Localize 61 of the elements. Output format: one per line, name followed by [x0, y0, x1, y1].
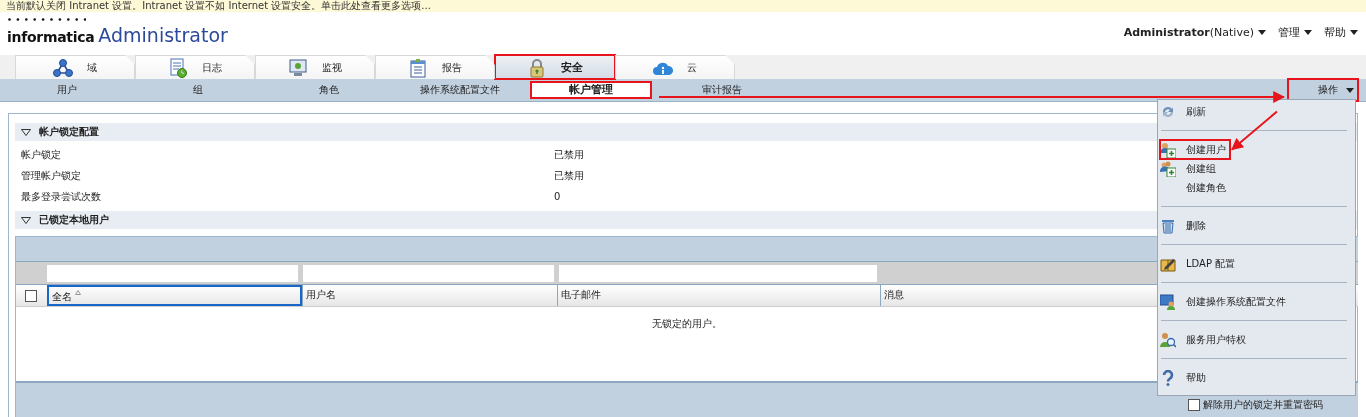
logo-dots-icon: [8, 18, 86, 21]
lock-icon: [527, 57, 547, 78]
user-magnifier-icon: [1160, 331, 1176, 348]
subtab[interactable]: 组: [138, 82, 258, 98]
notice-bar-text[interactable]: 当前默认关闭 Intranet 设置。Intranet 设置不如 Internet 设置安全。单击此处查看更多选项...: [0, 0, 1366, 12]
column-header[interactable]: 全名: [46, 285, 302, 306]
actions-button[interactable]: 操作: [1288, 79, 1358, 101]
collapse-triangle-icon: [21, 128, 31, 136]
document-clock-icon: [168, 57, 188, 78]
header-menu[interactable]: Administrator(Native): [1123, 25, 1266, 39]
field-label: 帐户锁定: [20, 147, 62, 162]
checkbox-label: 解除用户的锁定并重置密码: [1203, 398, 1323, 412]
menu-item[interactable]: 创建用户: [1160, 140, 1230, 159]
filter-field[interactable]: [303, 264, 554, 282]
column-header[interactable]: 电子邮件: [557, 285, 880, 306]
tab[interactable]: 安全: [495, 55, 615, 79]
subtab[interactable]: 操作系统配置文件: [400, 82, 520, 98]
sort-icon: [74, 290, 81, 295]
empty-message: 无锁定的用户。: [652, 317, 722, 331]
tab[interactable]: 日志: [135, 55, 255, 79]
tab[interactable]: 云: [615, 55, 735, 79]
menu-item[interactable]: 帮助: [1160, 368, 1230, 387]
subtab[interactable]: 审计报告: [662, 82, 782, 98]
select-all-checkbox[interactable]: [25, 289, 38, 302]
caret-icon: [1258, 29, 1266, 35]
network-icon: [53, 57, 73, 78]
caret-icon: [1350, 29, 1358, 35]
filter-field[interactable]: [559, 264, 877, 282]
trash-icon: [1160, 217, 1176, 234]
menu-item[interactable]: 创建组: [1160, 159, 1230, 178]
caret-icon: [1304, 29, 1312, 35]
caret-icon: [1346, 87, 1354, 93]
header-menu[interactable]: 管理: [1278, 24, 1312, 40]
logo-brand: informatica: [7, 29, 95, 45]
help-icon: [1160, 369, 1176, 386]
field-value: 已禁用: [554, 147, 584, 162]
menu-item[interactable]: 服务用户特权: [1160, 330, 1355, 349]
report-icon: [408, 57, 428, 78]
menu-item[interactable]: LDAP 配置: [1160, 254, 1355, 273]
column-header[interactable]: 用户名: [301, 285, 557, 306]
monitor-icon: [288, 57, 308, 78]
logo-product: Administrator: [98, 24, 228, 46]
checkbox[interactable]: [1188, 399, 1200, 411]
subtab[interactable]: 帐户管理: [531, 82, 651, 98]
field-label: 管理帐户锁定: [20, 168, 82, 183]
field-value: 已禁用: [554, 168, 584, 183]
subtab[interactable]: 角色: [269, 82, 389, 98]
field-label: 最多登录尝试次数: [20, 189, 102, 204]
menu-item[interactable]: 创建角色: [1160, 178, 1230, 197]
tab[interactable]: 报告: [375, 55, 495, 79]
monitor-user-icon: [1160, 293, 1176, 310]
collapse-triangle-icon: [21, 216, 31, 224]
field-value: 0: [554, 191, 561, 202]
tab[interactable]: 域: [15, 55, 135, 79]
header-menu[interactable]: 帮助: [1324, 24, 1358, 40]
subtab[interactable]: 用户: [7, 82, 127, 98]
tab[interactable]: 监视: [255, 55, 375, 79]
filter-field[interactable]: [47, 264, 298, 282]
users-plus-icon: [1160, 160, 1176, 177]
user-plus-icon: [1160, 141, 1176, 158]
menu-item[interactable]: 刷新: [1160, 102, 1230, 121]
